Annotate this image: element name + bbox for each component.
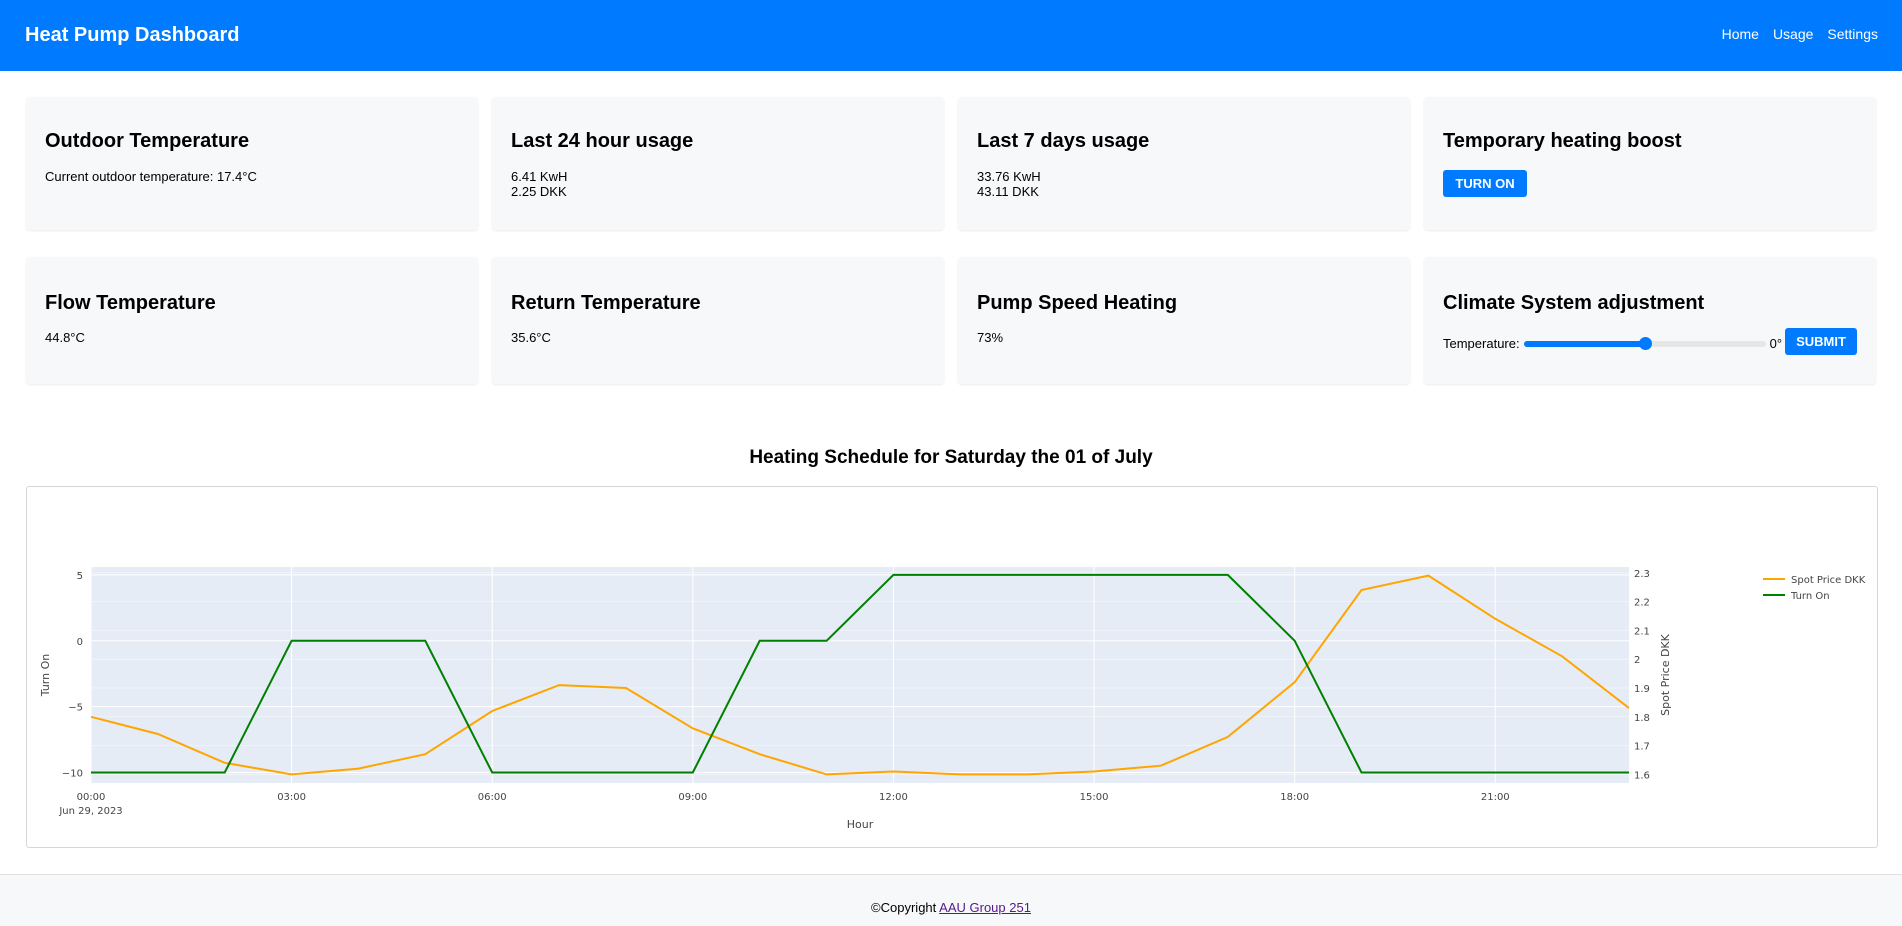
y2-tick-label: 2.1 xyxy=(1634,626,1650,637)
heating-boost-card: Temporary heating boost TURN ON xyxy=(1424,97,1876,230)
y-axis-title: Turn On xyxy=(39,654,52,697)
card-title: Pump Speed Heating xyxy=(977,292,1178,314)
card-title: Last 7 days usage xyxy=(977,130,1150,152)
x-tick-label: 06:00 xyxy=(478,792,507,803)
flow-temperature-value: 44.8°C xyxy=(45,330,85,345)
y2-axis-title: Spot Price DKK xyxy=(1659,633,1672,716)
x-tick-label: 03:00 xyxy=(277,792,306,803)
return-temperature-value: 35.6°C xyxy=(511,330,551,345)
x-tick-label: 15:00 xyxy=(1080,792,1109,803)
usage-7d-dkk: 43.11 DKK xyxy=(977,184,1039,199)
copyright-link[interactable]: AAU Group 251 xyxy=(939,900,1031,915)
card-title: Last 24 hour usage xyxy=(511,130,694,152)
outdoor-temperature-card: Outdoor Temperature Current outdoor temp… xyxy=(26,97,478,230)
y-tick-label: 0 xyxy=(77,637,83,648)
card-title: Return Temperature xyxy=(511,292,701,314)
x-tick-label: 21:00 xyxy=(1481,792,1510,803)
legend-label: Spot Price DKK xyxy=(1791,575,1866,586)
copyright-prefix: ©Copyright xyxy=(871,900,940,915)
brand-title[interactable]: Heat Pump Dashboard xyxy=(25,24,239,47)
x-tick-label: 12:00 xyxy=(879,792,908,803)
nav-usage-link[interactable]: Usage xyxy=(1773,26,1813,42)
legend-label: Turn On xyxy=(1790,591,1830,602)
x-tick-label: 00:00 xyxy=(77,792,106,803)
x-tick-label: 18:00 xyxy=(1280,792,1309,803)
navbar: Heat Pump Dashboard Home Usage Settings xyxy=(0,0,1902,71)
y2-tick-label: 1.6 xyxy=(1634,770,1650,781)
y-tick-label: −10 xyxy=(62,768,83,779)
usage-7d-kwh: 33.76 KwH xyxy=(977,169,1041,184)
plot-area xyxy=(91,567,1629,783)
y2-tick-label: 2.2 xyxy=(1634,598,1650,609)
usage-24h-dkk: 2.25 DKK xyxy=(511,184,567,199)
nav-settings-link[interactable]: Settings xyxy=(1827,26,1878,42)
y2-tick-label: 2 xyxy=(1634,655,1640,666)
slider-fill xyxy=(1523,340,1645,347)
usage-24h-kwh: 6.41 KwH xyxy=(511,169,568,184)
card-title: Temporary heating boost xyxy=(1443,130,1682,152)
copyright-text: ©Copyright AAU Group 251 xyxy=(0,900,1902,915)
y2-tick-label: 1.9 xyxy=(1634,684,1650,695)
flow-temperature-card: Flow Temperature 44.8°C xyxy=(26,257,478,384)
climate-adjustment-card: Climate System adjustment Temperature: 0… xyxy=(1424,257,1876,384)
temperature-slider[interactable] xyxy=(1523,336,1766,350)
y2-tick-label: 1.8 xyxy=(1634,713,1650,724)
submit-button[interactable]: SUBMIT xyxy=(1785,328,1857,355)
nav-home-link[interactable]: Home xyxy=(1722,26,1759,42)
y2-tick-label: 2.3 xyxy=(1634,569,1650,580)
y-tick-label: −5 xyxy=(68,703,83,714)
x-axis-title: Hour xyxy=(847,818,874,831)
y-tick-label: 5 xyxy=(77,571,83,582)
footer: ©Copyright AAU Group 251 xyxy=(0,874,1902,926)
chart-title: Heating Schedule for Saturday the 01 of … xyxy=(749,447,1153,468)
return-temperature-card: Return Temperature 35.6°C xyxy=(492,257,944,384)
chart-container: 5 0 −5 −10 2.3 2.2 2.1 2 1.9 1.8 1.7 1.6 00:00 03:00 0… xyxy=(26,486,1878,848)
pump-speed-card: Pump Speed Heating 73% xyxy=(958,257,1410,384)
card-title: Climate System adjustment xyxy=(1443,292,1705,314)
pump-speed-value: 73% xyxy=(977,330,1004,345)
slider-thumb[interactable] xyxy=(1638,336,1652,350)
outdoor-temperature-value: Current outdoor temperature: 17.4°C xyxy=(45,169,257,184)
last-24h-usage-card: Last 24 hour usage 6.41 KwH 2.25 DKK xyxy=(492,97,944,230)
temperature-value: 0° xyxy=(1769,336,1783,351)
turn-on-button[interactable]: TURN ON xyxy=(1443,170,1527,197)
temperature-slider-row: Temperature: 0° xyxy=(1443,336,1782,351)
card-title: Outdoor Temperature xyxy=(45,130,250,152)
x-date-label: Jun 29, 2023 xyxy=(58,806,122,817)
last-7d-usage-card: Last 7 days usage 33.76 KwH 43.11 DKK xyxy=(958,97,1410,230)
temperature-label: Temperature: xyxy=(1443,336,1520,351)
card-title: Flow Temperature xyxy=(45,292,216,314)
x-tick-label: 09:00 xyxy=(678,792,707,803)
heating-schedule-chart: 5 0 −5 −10 2.3 2.2 2.1 2 1.9 1.8 1.7 1.6 00:00 03:00 0… xyxy=(39,567,1866,831)
nav-links: Home Usage Settings xyxy=(1722,26,1878,42)
y2-tick-label: 1.7 xyxy=(1634,742,1650,753)
